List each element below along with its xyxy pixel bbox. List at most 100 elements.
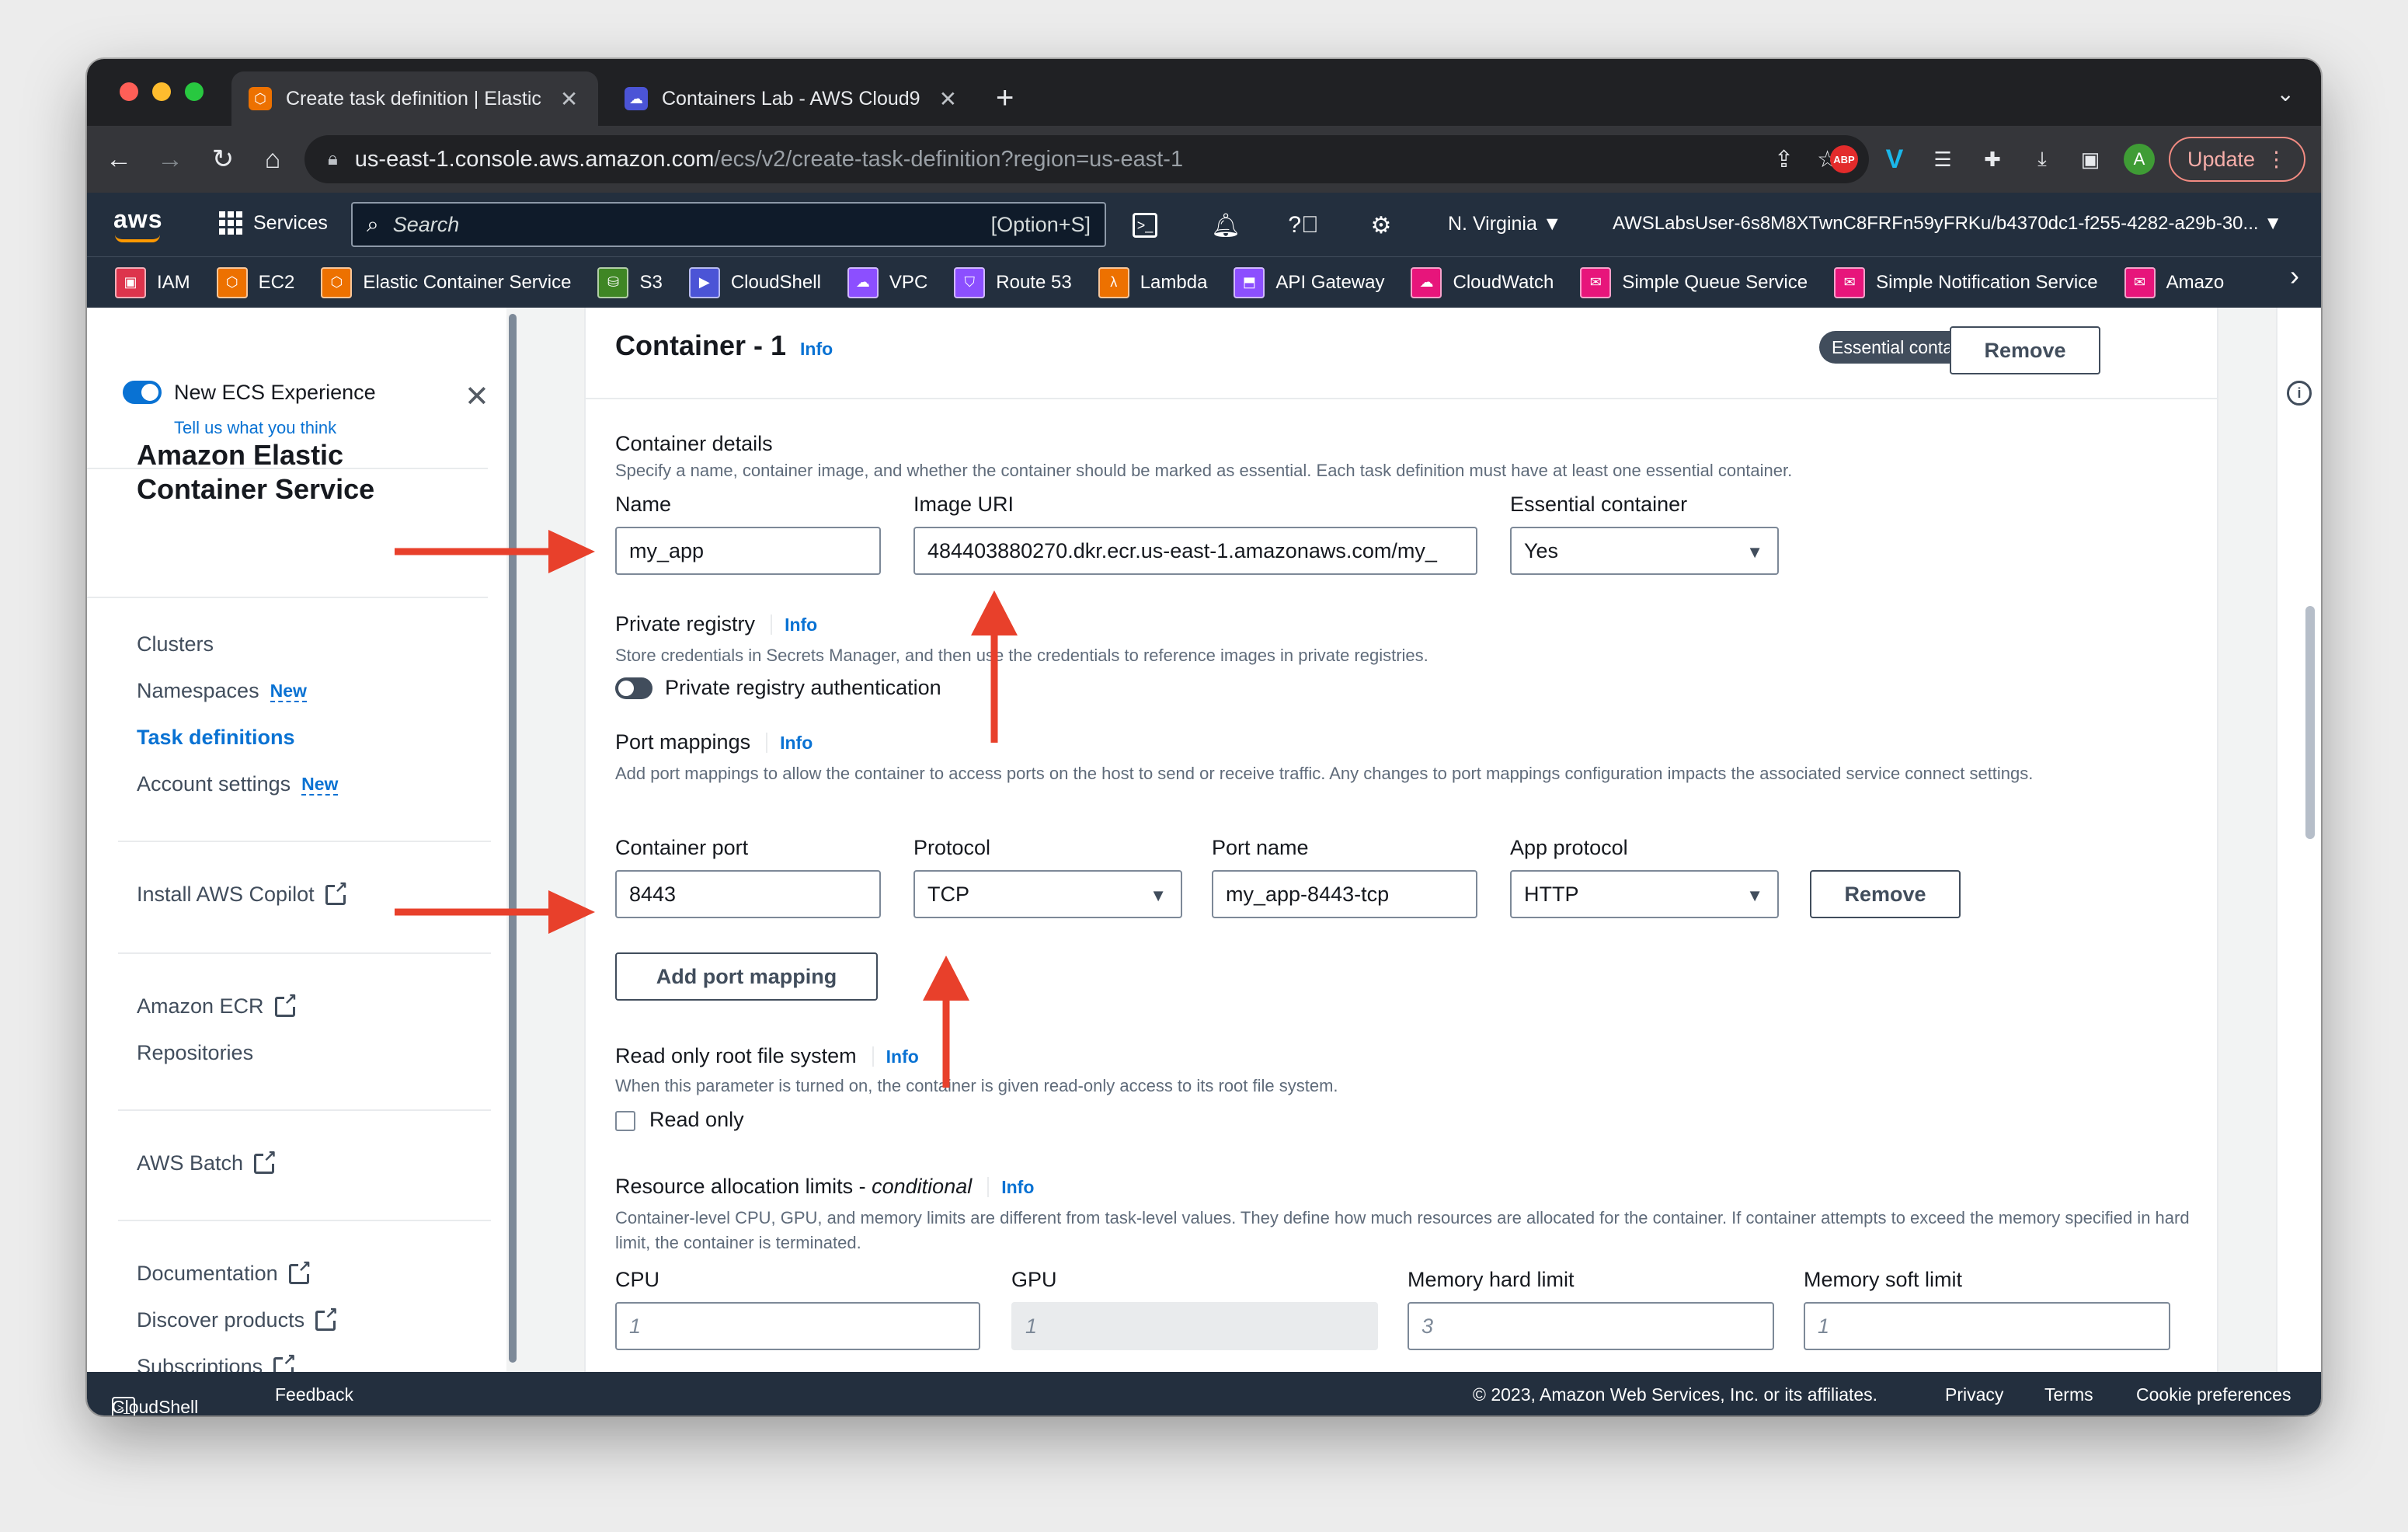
container-name-input[interactable]: my_app (615, 527, 881, 575)
favorite-lambda[interactable]: λ Lambda (1098, 266, 1208, 298)
remove-port-mapping-button[interactable]: Remove (1810, 870, 1961, 918)
tools-panel-rail: i (2276, 308, 2321, 1372)
favorite-label: Elastic Container Service (363, 271, 572, 293)
side-panel-icon[interactable]: ▣ (2074, 143, 2107, 176)
footer-feedback-link[interactable]: Feedback (275, 1384, 353, 1405)
app-protocol-label: App protocol (1510, 836, 1628, 859)
protocol-select[interactable]: TCP (913, 870, 1182, 918)
cloudshell-icon[interactable]: >_ (1133, 213, 1157, 238)
favorite-route-53[interactable]: ⛉ Route 53 (954, 266, 1072, 298)
favorite-iam[interactable]: ▣ IAM (115, 266, 190, 298)
favorite-s3[interactable]: ⛁ S3 (597, 266, 663, 298)
adblock-extension-icon[interactable]: ABP (1830, 145, 1858, 173)
profile-avatar[interactable]: A (2124, 144, 2155, 175)
settings-gear-icon[interactable]: ⚙ (1366, 210, 1397, 241)
port-name-input[interactable]: my_app-8443-tcp (1212, 870, 1477, 918)
home-icon[interactable]: ⌂ (253, 140, 292, 179)
favorite-elastic-container-service[interactable]: ⬡ Elastic Container Service (321, 266, 572, 298)
search-input[interactable]: ⌕ Search [Option+S] (351, 202, 1106, 247)
zoom-window-button[interactable] (185, 82, 204, 101)
info-icon[interactable]: i (2287, 381, 2312, 406)
memory-soft-limit-input[interactable]: 1 (1804, 1302, 2170, 1350)
sidebar-item-task-definitions[interactable]: Task definitions (137, 726, 295, 750)
footer-cookie-preferences-link[interactable]: Cookie preferences (2136, 1384, 2291, 1405)
remove-container-button[interactable]: Remove (1950, 326, 2100, 374)
extensions-puzzle-icon[interactable]: ✚ (1976, 143, 2009, 176)
info-link[interactable]: Info (771, 615, 818, 635)
close-window-button[interactable] (120, 82, 138, 101)
read-only-checkbox[interactable] (615, 1111, 635, 1131)
image-uri-input[interactable]: 484403880270.dkr.ecr.us-east-1.amazonaws… (913, 527, 1477, 575)
service-icon: ⛁ (597, 266, 629, 298)
vimeo-extension-icon[interactable]: V (1878, 143, 1911, 176)
memory-hard-limit-input[interactable]: 3 (1408, 1302, 1774, 1350)
aws-logo[interactable]: aws (113, 205, 162, 234)
list-extension-icon[interactable]: ☰ (1926, 143, 1959, 176)
forward-arrow-icon[interactable]: → (151, 140, 190, 179)
address-bar[interactable]: 🔒︎ us-east-1.console.aws.amazon.com/ecs/… (304, 135, 1869, 183)
sidebar-item-account-settings[interactable]: Account settings New (137, 772, 339, 796)
tab-cloud9[interactable]: ☁ Containers Lab - AWS Cloud9 ✕ (607, 71, 985, 126)
tab-close-icon[interactable]: ✕ (939, 86, 957, 112)
port-name-label: Port name (1212, 836, 1309, 859)
app-protocol-select[interactable]: HTTP (1510, 870, 1779, 918)
feedback-link[interactable]: Tell us what you think (174, 418, 336, 438)
back-arrow-icon[interactable]: ← (99, 140, 138, 179)
info-link[interactable]: Info (800, 339, 833, 359)
tab-search-chevron-icon[interactable]: ⌄ (2277, 81, 2295, 106)
external-link-icon (288, 1258, 311, 1284)
footer-privacy-link[interactable]: Privacy (1945, 1384, 2003, 1405)
service-icon: ☁ (847, 266, 879, 298)
main-scrollbar-thumb[interactable] (2305, 606, 2315, 839)
sidebar-item-clusters[interactable]: Clusters (137, 632, 214, 656)
essential-container-select[interactable]: Yes (1510, 527, 1779, 575)
favorite-cloudshell[interactable]: ▶ CloudShell (688, 266, 821, 298)
info-link[interactable]: Info (872, 1046, 919, 1067)
new-tab-button[interactable]: + (996, 82, 1014, 113)
add-port-mapping-button[interactable]: Add port mapping (615, 952, 878, 1001)
sidebar-item-amazon-ecr[interactable]: Amazon ECR (137, 991, 298, 1018)
kebab-menu-icon: ⋮ (2266, 147, 2288, 171)
favorite-ec2[interactable]: ⬡ EC2 (216, 266, 294, 298)
account-menu[interactable]: AWSLabsUser-6s8M8XTwnC8FRFn59yFRKu/b4370… (1613, 213, 2282, 235)
services-menu[interactable]: Services (219, 211, 328, 235)
update-button[interactable]: Update ⋮ (2169, 137, 2305, 182)
favorite-simple-queue-service[interactable]: ✉ Simple Queue Service (1580, 266, 1808, 298)
favorite-vpc[interactable]: ☁ VPC (847, 266, 927, 298)
favorite-amazo[interactable]: ✉ Amazo (2124, 266, 2224, 298)
favorites-scroll-chevron-icon[interactable]: › (2290, 259, 2307, 292)
sidebar-item-install-copilot[interactable]: Install AWS Copilot (137, 879, 348, 907)
sidebar-item-repositories[interactable]: Repositories (137, 1041, 253, 1065)
grid-icon (219, 211, 242, 235)
tab-close-icon[interactable]: ✕ (560, 86, 578, 112)
region-selector[interactable]: N. Virginia ▼ (1448, 213, 1562, 235)
reload-icon[interactable]: ↻ (204, 140, 242, 179)
tab-create-task-definition[interactable]: ⬡ Create task definition | Elastic ✕ (231, 71, 598, 126)
private-registry-toggle[interactable] (615, 677, 652, 699)
new-ecs-experience-toggle[interactable] (123, 381, 162, 404)
download-icon[interactable]: ⤓ (2026, 143, 2058, 176)
info-link[interactable]: Info (766, 733, 813, 753)
favorite-simple-notification-service[interactable]: ✉ Simple Notification Service (1834, 266, 2098, 298)
favorite-label: S3 (639, 271, 663, 293)
favorite-label: Lambda (1140, 271, 1208, 293)
sidebar-item-discover-products[interactable]: Discover products (137, 1304, 339, 1332)
footer-terms-link[interactable]: Terms (2044, 1384, 2093, 1405)
container-port-input[interactable]: 8443 (615, 870, 881, 918)
info-link[interactable]: Info (987, 1177, 1035, 1197)
sidebar-item-documentation[interactable]: Documentation (137, 1258, 311, 1286)
notifications-bell-icon[interactable]: 🔔︎ (1210, 210, 1241, 241)
external-link-icon (315, 1304, 339, 1331)
minimize-window-button[interactable] (152, 82, 171, 101)
cpu-input[interactable]: 1 (615, 1302, 980, 1350)
favorite-cloudwatch[interactable]: ☁ CloudWatch (1411, 266, 1554, 298)
port-mappings-description: Add port mappings to allow the container… (615, 764, 2034, 783)
sidebar-item-namespaces[interactable]: Namespaces New (137, 679, 307, 703)
sidebar-scrollbar[interactable] (506, 308, 519, 1372)
sidebar-item-aws-batch[interactable]: AWS Batch (137, 1147, 277, 1175)
close-icon[interactable]: ✕ (465, 379, 489, 414)
favorite-api-gateway[interactable]: ⬒ API Gateway (1234, 266, 1384, 298)
help-icon[interactable]: ?⃝ (1288, 210, 1319, 241)
share-icon[interactable]: ⇪ (1774, 146, 1794, 173)
divider (87, 597, 488, 598)
